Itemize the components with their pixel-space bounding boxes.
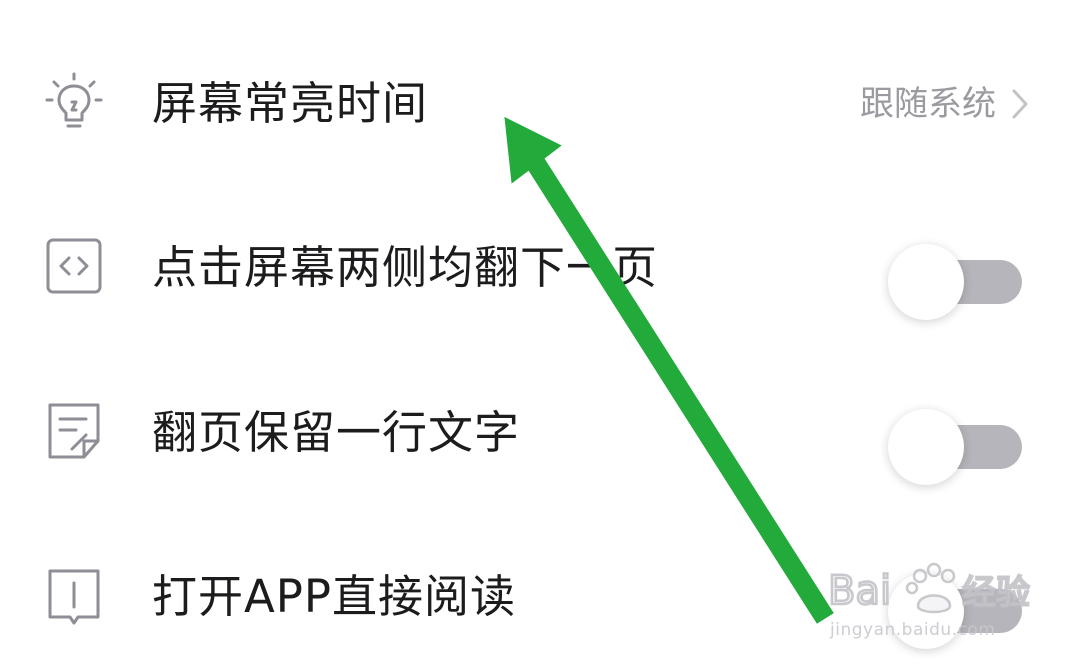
- setting-current-value: 跟随系统: [860, 84, 996, 124]
- book-icon: [48, 569, 100, 625]
- keep-one-line-toggle[interactable]: [888, 409, 1028, 485]
- setting-label: 点击屏幕两侧均翻下一页: [152, 241, 659, 294]
- tap-sides-toggle[interactable]: [888, 244, 1028, 320]
- toggle-knob: [888, 409, 964, 485]
- setting-row-screen-timeout[interactable]: 屏幕常亮时间 跟随系统: [0, 42, 1080, 162]
- chevron-right-icon: [1012, 89, 1028, 119]
- watermark-url: jingyan.baidu.com: [830, 620, 996, 640]
- setting-label: 打开APP直接阅读: [152, 570, 517, 623]
- reader-settings-screen: 屏幕常亮时间 跟随系统 点击屏幕两侧均翻下一页 翻页保留一行文字 打开APP直接…: [0, 0, 1080, 664]
- note-edit-icon: [48, 403, 100, 459]
- setting-row-tap-sides-next-page: 点击屏幕两侧均翻下一页: [0, 206, 1080, 326]
- lightbulb-icon: [45, 72, 103, 128]
- setting-row-keep-one-line: 翻页保留一行文字: [0, 371, 1080, 491]
- code-brackets-icon: [46, 238, 102, 294]
- setting-label: 屏幕常亮时间: [152, 77, 429, 130]
- setting-label: 翻页保留一行文字: [152, 406, 521, 459]
- toggle-knob: [888, 244, 964, 320]
